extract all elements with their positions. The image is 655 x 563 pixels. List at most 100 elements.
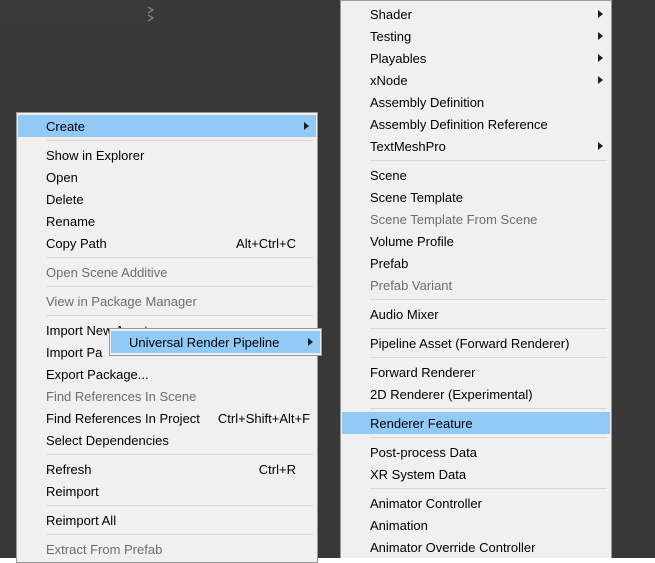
menu-item-label: Animator Override Controller: [370, 540, 535, 555]
menu-item-scene[interactable]: Scene: [342, 164, 610, 186]
menu-item-rename[interactable]: Rename: [18, 210, 316, 232]
menu-item-label: Scene: [370, 168, 407, 183]
menu-item-label: Shader: [370, 7, 412, 22]
menu-item-label: Create: [46, 119, 85, 134]
menu-item-label: Universal Render Pipeline: [129, 335, 279, 350]
menu-item-forward-renderer[interactable]: Forward Renderer: [342, 361, 610, 383]
menu-item-label: Show in Explorer: [46, 148, 144, 163]
menu-item-assembly-definition[interactable]: Assembly Definition: [342, 91, 610, 113]
menu-item-animator-override-controller[interactable]: Animator Override Controller: [342, 536, 610, 558]
menu-item-label: Extract From Prefab: [46, 542, 162, 557]
chevron-right-icon: [146, 5, 156, 23]
menu-item-refresh[interactable]: Refresh Ctrl+R: [18, 458, 316, 480]
menu-separator: [370, 328, 607, 329]
menu-separator: [370, 437, 607, 438]
menu-item-label: Export Package...: [46, 367, 149, 382]
menu-item-select-dependencies[interactable]: Select Dependencies: [18, 429, 316, 451]
menu-item-delete[interactable]: Delete: [18, 188, 316, 210]
menu-item-scene-template-from-scene: Scene Template From Scene: [342, 208, 610, 230]
menu-item-post-process-data[interactable]: Post-process Data: [342, 441, 610, 463]
menu-separator: [46, 257, 313, 258]
menu-item-extract-from-prefab: Extract From Prefab: [18, 538, 316, 560]
menu-item-show-in-explorer[interactable]: Show in Explorer: [18, 144, 316, 166]
menu-item-label: XR System Data: [370, 467, 466, 482]
menu-item-create[interactable]: Create: [18, 115, 316, 137]
menu-item-volume-profile[interactable]: Volume Profile: [342, 230, 610, 252]
menu-item-label: Scene Template: [370, 190, 463, 205]
menu-item-renderer-feature[interactable]: Renderer Feature: [342, 412, 610, 434]
context-menu-urp[interactable]: Universal Render Pipeline: [109, 328, 322, 356]
menu-item-label: Animation: [370, 518, 428, 533]
menu-item-open-scene-additive: Open Scene Additive: [18, 261, 316, 283]
menu-item-assembly-definition-reference[interactable]: Assembly Definition Reference: [342, 113, 610, 135]
menu-separator: [46, 286, 313, 287]
menu-item-xnode[interactable]: xNode: [342, 69, 610, 91]
menu-item-label: Animator Controller: [370, 496, 482, 511]
menu-item-label: Scene Template From Scene: [370, 212, 537, 227]
menu-item-label: Reimport All: [46, 513, 116, 528]
menu-item-label: xNode: [370, 73, 408, 88]
menu-item-label: Assembly Definition Reference: [370, 117, 548, 132]
menu-item-prefab[interactable]: Prefab: [342, 252, 610, 274]
menu-item-label: Copy Path: [46, 236, 107, 251]
menu-item-label: Find References In Project: [46, 411, 200, 426]
menu-item-label: TextMeshPro: [370, 139, 446, 154]
menu-separator: [370, 357, 607, 358]
menu-item-reimport-all[interactable]: Reimport All: [18, 509, 316, 531]
menu-separator: [46, 315, 313, 316]
menu-item-label: Find References In Scene: [46, 389, 196, 404]
menu-separator: [46, 140, 313, 141]
menu-item-xr-system-data[interactable]: XR System Data: [342, 463, 610, 485]
menu-item-prefab-variant: Prefab Variant: [342, 274, 610, 296]
menu-item-label: Audio Mixer: [370, 307, 439, 322]
context-menu-create[interactable]: Shader Testing Playables xNode Assembly Defi…: [340, 0, 612, 558]
menu-item-animation[interactable]: Animation: [342, 514, 610, 536]
menu-item-animator-controller[interactable]: Animator Controller: [342, 492, 610, 514]
menu-item-universal-render-pipeline[interactable]: Universal Render Pipeline: [111, 331, 320, 353]
menu-item-scene-template[interactable]: Scene Template: [342, 186, 610, 208]
menu-item-label: Pipeline Asset (Forward Renderer): [370, 336, 569, 351]
menu-item-reimport[interactable]: Reimport: [18, 480, 316, 502]
menu-item-audio-mixer[interactable]: Audio Mixer: [342, 303, 610, 325]
menu-item-label: Post-process Data: [370, 445, 477, 460]
menu-item-playables[interactable]: Playables: [342, 47, 610, 69]
menu-item-label: Prefab Variant: [370, 278, 452, 293]
editor-toolbar-fragment: [0, 0, 160, 28]
menu-item-label: Delete: [46, 192, 84, 207]
menu-separator: [370, 488, 607, 489]
menu-separator: [46, 454, 313, 455]
menu-item-label: Renderer Feature: [370, 416, 473, 431]
menu-item-label: Playables: [370, 51, 426, 66]
menu-item-label: 2D Renderer (Experimental): [370, 387, 533, 402]
menu-item-shortcut: Ctrl+Shift+Alt+F: [200, 411, 310, 426]
menu-item-testing[interactable]: Testing: [342, 25, 610, 47]
menu-item-export-package[interactable]: Export Package...: [18, 363, 316, 385]
menu-item-label: View in Package Manager: [46, 294, 197, 309]
menu-separator: [370, 299, 607, 300]
menu-separator: [370, 160, 607, 161]
menu-item-label: Prefab: [370, 256, 408, 271]
menu-item-label: Volume Profile: [370, 234, 454, 249]
menu-item-pipeline-asset-forward-renderer[interactable]: Pipeline Asset (Forward Renderer): [342, 332, 610, 354]
menu-separator: [370, 408, 607, 409]
menu-item-2d-renderer-experimental[interactable]: 2D Renderer (Experimental): [342, 383, 610, 405]
menu-item-view-in-package-manager: View in Package Manager: [18, 290, 316, 312]
menu-item-shortcut: Alt+Ctrl+C: [218, 236, 296, 251]
menu-item-shader[interactable]: Shader: [342, 3, 610, 25]
menu-item-label: Import Pa: [46, 345, 102, 360]
menu-item-label: Assembly Definition: [370, 95, 484, 110]
menu-item-open[interactable]: Open: [18, 166, 316, 188]
menu-item-copy-path[interactable]: Copy Path Alt+Ctrl+C: [18, 232, 316, 254]
menu-separator: [46, 505, 313, 506]
menu-item-find-references-in-project[interactable]: Find References In ProjectCtrl+Shift+Alt…: [18, 407, 316, 429]
menu-item-label: Refresh: [46, 462, 92, 477]
menu-item-label: Forward Renderer: [370, 365, 476, 380]
menu-item-label: Rename: [46, 214, 95, 229]
menu-item-label: Open: [46, 170, 78, 185]
menu-item-label: Open Scene Additive: [46, 265, 167, 280]
menu-item-textmeshpro[interactable]: TextMeshPro: [342, 135, 610, 157]
menu-separator: [46, 534, 313, 535]
menu-item-shortcut: Ctrl+R: [241, 462, 296, 477]
menu-item-find-references-in-scene: Find References In Scene: [18, 385, 316, 407]
menu-item-label: Select Dependencies: [46, 433, 169, 448]
